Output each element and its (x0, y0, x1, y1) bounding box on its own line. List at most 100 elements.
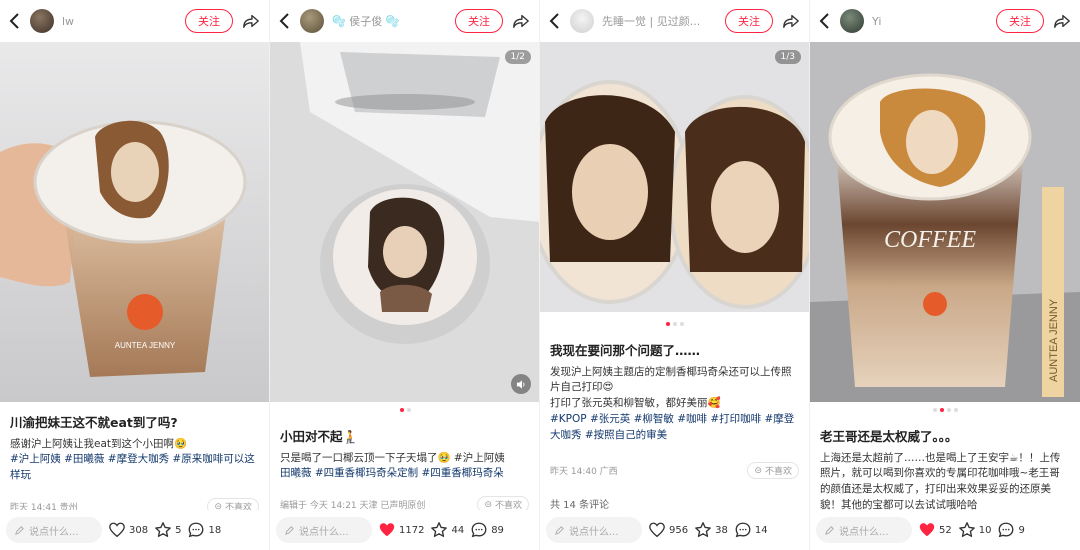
post-content: 上海还是太超前了……也是喝上了王安宇☕！！上传照片，就可以喝到你喜欢的专属印花咖… (820, 451, 1061, 511)
comment-placeholder: 说点什么... (569, 526, 619, 538)
dislike-icon: ⊝ (754, 465, 762, 476)
avatar[interactable] (30, 9, 54, 33)
back-arrow-icon[interactable] (278, 11, 292, 31)
comment-button[interactable]: 9 (997, 521, 1025, 539)
post-image[interactable] (540, 42, 809, 312)
star-icon (431, 522, 448, 537)
avatar[interactable] (840, 9, 864, 33)
heart-icon (379, 523, 395, 537)
author-name[interactable]: 🫧 侯子俊 🫧 (332, 13, 447, 29)
comment-input[interactable]: 说点什么... (276, 517, 372, 543)
heart-icon (919, 523, 935, 537)
follow-button[interactable]: 关注 (725, 9, 773, 33)
follow-button[interactable]: 关注 (455, 9, 503, 33)
share-icon[interactable] (511, 11, 531, 31)
comment-bubble-icon (471, 522, 487, 538)
post-image[interactable]: COFFEE AUNTEA JENNY (810, 42, 1080, 402)
post-header: 🫧 侯子俊 🫧 关注 (270, 0, 539, 42)
comment-input[interactable]: 说点什么... (546, 517, 642, 543)
star-count: 10 (978, 524, 992, 536)
share-icon[interactable] (241, 11, 261, 31)
star-button[interactable]: 5 (154, 521, 181, 539)
straw-print-text: AUNTEA JENNY (1048, 298, 1060, 382)
post-image[interactable]: AUNTEA JENNY (0, 42, 269, 402)
star-count: 5 (175, 524, 182, 536)
post-content: 发现沪上阿姨主题店的定制香椰玛奇朵还可以上传照片自己打印😍 打印了张元英和柳智敏… (550, 365, 792, 410)
author-name[interactable]: lw (62, 15, 177, 28)
post-meta: 昨天 14:40 广西 ⊝ 不喜欢 (550, 462, 799, 479)
post-tags[interactable]: #沪上阿姨 #田曦薇 #摩登大咖秀 #原来咖啡可以这样玩 (10, 452, 259, 484)
post-title: 我现在要问那个问题了…… (550, 343, 701, 358)
follow-button[interactable]: 关注 (185, 9, 233, 33)
post-body: 我现在要问那个问题了…… 发现沪上阿姨主题店的定制香椰玛奇朵还可以上传照片自己打… (550, 342, 799, 443)
share-icon[interactable] (1052, 11, 1072, 31)
post-tags[interactable]: 田曦薇 #四重香椰玛奇朵定制 #四重香椰玛奇朵 (280, 466, 529, 482)
post-panel-2: 🫧 侯子俊 🫧 关注 1/2 小田对不起🧎 只是喝了一口椰云顶一下子天塌了🥹 #… (270, 0, 540, 550)
comment-input[interactable]: 说点什么... (6, 517, 102, 543)
carousel-dot (680, 322, 684, 326)
comment-button[interactable]: 14 (734, 521, 768, 539)
comment-placeholder: 说点什么... (839, 526, 889, 538)
carousel-dots (270, 408, 539, 412)
sound-icon[interactable] (511, 374, 531, 394)
share-icon[interactable] (781, 11, 801, 31)
carousel-dot (939, 408, 944, 412)
carousel-dot (953, 408, 958, 412)
post-tags[interactable]: #KPOP #张元英 #柳智敏 #咖啡 #打印咖啡 #摩登大咖秀 #按照自己的审… (550, 412, 799, 444)
avatar[interactable] (570, 9, 594, 33)
post-content: 感谢沪上阿姨让我eat到这个小田啊🥹 (10, 437, 188, 450)
comment-input[interactable]: 说点什么... (816, 517, 912, 543)
like-button[interactable]: 956 (648, 521, 688, 539)
post-title: 老王哥还是太权威了。。。 (820, 429, 958, 444)
heart-icon (649, 522, 665, 538)
like-count: 308 (129, 524, 149, 536)
star-button[interactable]: 44 (430, 521, 464, 539)
post-title: 小田对不起🧎 (280, 429, 359, 444)
post-panel-4: Yi 关注 COFFEE AUNTEA JENNY 老王哥还是太权威了。。。 上… (810, 0, 1080, 550)
back-arrow-icon[interactable] (548, 11, 562, 31)
star-button[interactable]: 10 (958, 521, 992, 539)
carousel-dot (399, 408, 404, 412)
star-icon (958, 522, 975, 537)
comment-count: 9 (1018, 524, 1025, 536)
like-count: 1172 (399, 524, 425, 536)
comment-button[interactable]: 89 (470, 521, 504, 539)
post-body: 老王哥还是太权威了。。。 上海还是太超前了……也是喝上了王安宇☕！！上传照片，就… (820, 428, 1070, 514)
bottom-action-bar: 说点什么... 52 10 9 (810, 510, 1080, 550)
like-button[interactable]: 52 (918, 521, 952, 539)
comment-button[interactable]: 18 (187, 521, 221, 539)
star-button[interactable]: 38 (694, 521, 728, 539)
post-body: 小田对不起🧎 只是喝了一口椰云顶一下子天塌了🥹 #沪上阿姨 田曦薇 #四重香椰玛… (280, 428, 529, 482)
pencil-icon (825, 525, 834, 535)
avatar[interactable] (300, 9, 324, 33)
author-name[interactable]: Yi (872, 15, 988, 28)
like-button[interactable]: 1172 (378, 521, 424, 539)
post-content: 只是喝了一口椰云顶一下子天塌了🥹 #沪上阿姨 (280, 451, 505, 464)
like-button[interactable]: 308 (108, 521, 148, 539)
back-arrow-icon[interactable] (8, 11, 22, 31)
comment-bubble-icon (189, 522, 204, 538)
post-date-location: 昨天 14:40 广西 (550, 467, 618, 477)
star-icon (695, 522, 711, 537)
follow-button[interactable]: 关注 (996, 9, 1044, 33)
bottom-action-bar: 说点什么... 1172 44 89 (270, 510, 539, 550)
cup-print-text: COFFEE (884, 227, 976, 253)
dislike-button[interactable]: ⊝ 不喜欢 (747, 462, 799, 479)
dislike-icon: ⊝ (484, 499, 492, 510)
carousel-dot (406, 408, 411, 412)
dislike-label: 不喜欢 (764, 467, 792, 477)
pencil-icon (285, 525, 294, 535)
heart-icon (109, 522, 125, 538)
post-title: 川渝把妹王这不就eat到了吗? (10, 415, 178, 430)
star-icon (155, 522, 171, 537)
image-page-indicator: 1/2 (504, 50, 531, 64)
carousel-dots (810, 408, 1080, 412)
post-image[interactable] (270, 42, 539, 402)
carousel-dot (673, 322, 677, 326)
author-name[interactable]: 先睡一觉 | 见过颜... (602, 13, 717, 29)
bottom-action-bar: 说点什么... 956 38 14 (540, 510, 809, 550)
comment-count: 89 (491, 524, 504, 536)
comments-count-header: 共 14 条评论 (550, 500, 610, 511)
bottom-action-bar: 说点什么... 308 5 18 (0, 510, 269, 550)
back-arrow-icon[interactable] (818, 11, 832, 31)
